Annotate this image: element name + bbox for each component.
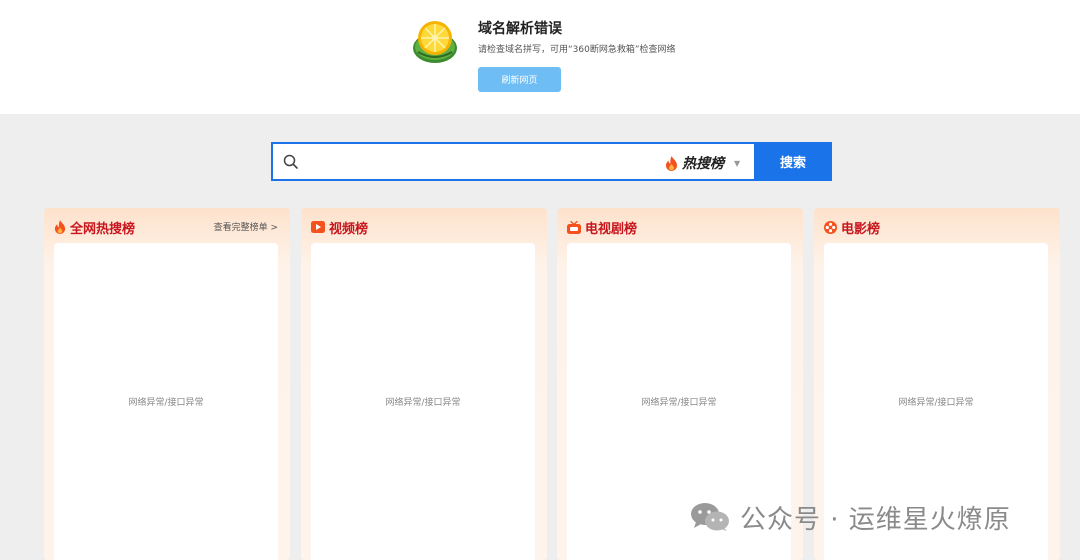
flame-icon xyxy=(666,155,677,171)
flame-icon xyxy=(54,220,66,234)
card-title: 全网热搜榜 xyxy=(70,221,136,237)
card-header: 全网热搜榜 xyxy=(54,218,136,237)
source-select-label: 热搜榜 xyxy=(682,156,724,172)
search-bar: 热搜榜 ▼ 搜索 xyxy=(271,142,832,181)
wechat-icon xyxy=(691,503,729,531)
error-description: 请检查域名拼写，可用“360断网急救箱”检查网络 xyxy=(478,45,676,55)
source-select[interactable]: 热搜榜 ▼ xyxy=(665,152,740,174)
card-title: 电影榜 xyxy=(841,221,881,237)
card-header: 电视剧榜 xyxy=(567,218,638,237)
tv-icon xyxy=(567,220,581,234)
chevron-down-icon: ▼ xyxy=(734,158,741,168)
view-full-list-link[interactable]: 查看完整榜单 > xyxy=(214,220,278,233)
refresh-button[interactable]: 刷新网页 xyxy=(478,67,561,92)
card-hot-search: 全网热搜榜 查看完整榜单 > 网络异常/接口异常 xyxy=(44,208,290,560)
card-title: 视频榜 xyxy=(329,221,369,237)
search-box: 热搜榜 ▼ xyxy=(271,142,754,181)
card-header: 电影榜 xyxy=(824,218,881,237)
card-title: 电视剧榜 xyxy=(585,221,638,237)
search-icon xyxy=(283,154,298,169)
watermelon-logo-icon xyxy=(413,21,457,63)
card-video: 视频榜 网络异常/接口异常 xyxy=(301,208,547,560)
play-icon xyxy=(311,221,325,233)
status-message: 网络异常/接口异常 xyxy=(641,398,717,408)
status-message: 网络异常/接口异常 xyxy=(385,398,461,408)
search-button[interactable]: 搜索 xyxy=(754,142,832,181)
watermark: 公众号 · 运维星火燎原 xyxy=(690,500,1011,535)
status-message: 网络异常/接口异常 xyxy=(898,398,974,408)
card-header: 视频榜 xyxy=(311,218,369,237)
card-body: 网络异常/接口异常 xyxy=(311,243,535,560)
film-reel-icon xyxy=(824,220,837,234)
watermark-text: 公众号 · 运维星火燎原 xyxy=(740,504,1011,535)
search-input[interactable] xyxy=(309,150,649,174)
error-title: 域名解析错误 xyxy=(478,21,562,37)
status-message: 网络异常/接口异常 xyxy=(128,398,204,408)
card-body: 网络异常/接口异常 xyxy=(54,243,278,560)
error-banner: 域名解析错误 请检查域名拼写，可用“360断网急救箱”检查网络 刷新网页 xyxy=(0,0,1080,114)
